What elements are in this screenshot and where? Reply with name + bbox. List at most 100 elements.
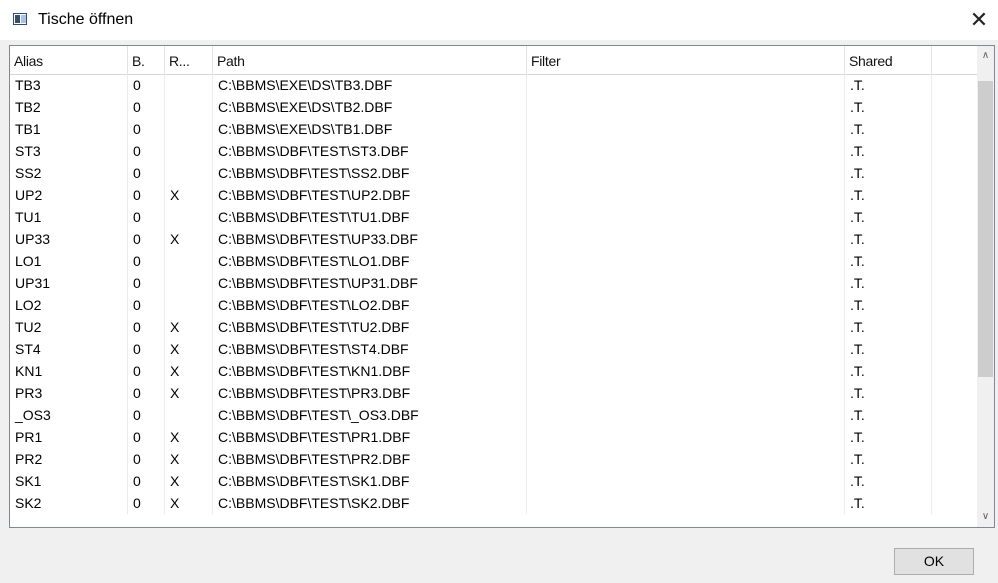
cell-alias: ST4 (10, 338, 128, 360)
column-header-filter[interactable]: Filter (527, 46, 845, 74)
table-row[interactable]: PR3 0 X C:\BBMS\DBF\TEST\PR3.DBF .T. (10, 382, 978, 404)
cell-filter (527, 74, 845, 96)
table-row[interactable]: TB3 0 C:\BBMS\EXE\DS\TB3.DBF .T. (10, 74, 978, 96)
cell-shared: .T. (845, 404, 932, 426)
cell-shared: .T. (845, 206, 932, 228)
scroll-down-icon[interactable]: ∨ (977, 507, 994, 527)
table-row[interactable]: KN1 0 X C:\BBMS\DBF\TEST\KN1.DBF .T. (10, 360, 978, 382)
cell-shared: .T. (845, 470, 932, 492)
cell-path: C:\BBMS\DBF\TEST\KN1.DBF (213, 360, 527, 382)
cell-filter (527, 338, 845, 360)
cell-alias: LO1 (10, 250, 128, 272)
cell-filter (527, 206, 845, 228)
cell-filter (527, 448, 845, 470)
cell-filter (527, 382, 845, 404)
cell-shared: .T. (845, 140, 932, 162)
scroll-thumb[interactable] (978, 81, 993, 377)
cell-filter (527, 426, 845, 448)
cell-extra (932, 382, 978, 404)
cell-r (165, 74, 213, 96)
cell-alias: TB1 (10, 118, 128, 140)
table-row[interactable]: TU1 0 C:\BBMS\DBF\TEST\TU1.DBF .T. (10, 206, 978, 228)
cell-extra (932, 162, 978, 184)
cell-shared: .T. (845, 448, 932, 470)
table-row[interactable]: PR2 0 X C:\BBMS\DBF\TEST\PR2.DBF .T. (10, 448, 978, 470)
table-row[interactable]: PR1 0 X C:\BBMS\DBF\TEST\PR1.DBF .T. (10, 426, 978, 448)
cell-extra (932, 118, 978, 140)
cell-r (165, 96, 213, 118)
cell-filter (527, 96, 845, 118)
column-header-r[interactable]: R... (165, 46, 213, 74)
table-row[interactable]: SK2 0 X C:\BBMS\DBF\TEST\SK2.DBF .T. (10, 492, 978, 514)
cell-alias: _OS3 (10, 404, 128, 426)
cell-filter (527, 250, 845, 272)
close-icon[interactable]: ✕ (964, 6, 994, 34)
cell-path: C:\BBMS\DBF\TEST\SK1.DBF (213, 470, 527, 492)
table-row[interactable]: SK1 0 X C:\BBMS\DBF\TEST\SK1.DBF .T. (10, 470, 978, 492)
cell-r (165, 140, 213, 162)
table-row[interactable]: LO2 0 C:\BBMS\DBF\TEST\LO2.DBF .T. (10, 294, 978, 316)
ok-button[interactable]: OK (894, 548, 974, 575)
table-row[interactable]: ST3 0 C:\BBMS\DBF\TEST\ST3.DBF .T. (10, 140, 978, 162)
cell-shared: .T. (845, 96, 932, 118)
cell-alias: TB3 (10, 74, 128, 96)
column-header-path[interactable]: Path (213, 46, 527, 74)
window-title: Tische öffnen (38, 11, 134, 28)
table-row[interactable]: TB2 0 C:\BBMS\EXE\DS\TB2.DBF .T. (10, 96, 978, 118)
cell-path: C:\BBMS\EXE\DS\TB2.DBF (213, 96, 527, 118)
table-row[interactable]: TB1 0 C:\BBMS\EXE\DS\TB1.DBF .T. (10, 118, 978, 140)
cell-r (165, 404, 213, 426)
cell-shared: .T. (845, 426, 932, 448)
cell-alias: PR3 (10, 382, 128, 404)
cell-path: C:\BBMS\DBF\TEST\UP2.DBF (213, 184, 527, 206)
cell-alias: TU2 (10, 316, 128, 338)
table-row[interactable]: _OS3 0 C:\BBMS\DBF\TEST\_OS3.DBF .T. (10, 404, 978, 426)
table-row[interactable]: UP31 0 C:\BBMS\DBF\TEST\UP31.DBF .T. (10, 272, 978, 294)
table-row[interactable]: UP33 0 X C:\BBMS\DBF\TEST\UP33.DBF .T. (10, 228, 978, 250)
cell-r (165, 250, 213, 272)
cell-b: 0 (128, 316, 165, 338)
cell-b: 0 (128, 272, 165, 294)
cell-extra (932, 360, 978, 382)
cell-r: X (165, 426, 213, 448)
cell-filter (527, 360, 845, 382)
cell-r: X (165, 228, 213, 250)
column-header-extra[interactable] (932, 46, 978, 74)
cell-shared: .T. (845, 118, 932, 140)
column-header-alias[interactable]: Alias (10, 46, 128, 74)
cell-path: C:\BBMS\DBF\TEST\TU1.DBF (213, 206, 527, 228)
column-header-b[interactable]: B. (128, 46, 165, 74)
cell-r: X (165, 184, 213, 206)
cell-extra (932, 206, 978, 228)
cell-shared: .T. (845, 272, 932, 294)
cell-alias: PR1 (10, 426, 128, 448)
cell-extra (932, 338, 978, 360)
table-row[interactable]: LO1 0 C:\BBMS\DBF\TEST\LO1.DBF .T. (10, 250, 978, 272)
vertical-scrollbar[interactable]: ∧ ∨ (977, 46, 994, 527)
cell-alias: TB2 (10, 96, 128, 118)
table-row[interactable]: TU2 0 X C:\BBMS\DBF\TEST\TU2.DBF .T. (10, 316, 978, 338)
cell-shared: .T. (845, 360, 932, 382)
cell-alias: SS2 (10, 162, 128, 184)
cell-b: 0 (128, 74, 165, 96)
cell-shared: .T. (845, 294, 932, 316)
cell-path: C:\BBMS\DBF\TEST\SK2.DBF (213, 492, 527, 514)
cell-path: C:\BBMS\DBF\TEST\UP33.DBF (213, 228, 527, 250)
scroll-up-icon[interactable]: ∧ (977, 46, 994, 66)
cell-extra (932, 272, 978, 294)
cell-path: C:\BBMS\DBF\TEST\SS2.DBF (213, 162, 527, 184)
table-row[interactable]: SS2 0 C:\BBMS\DBF\TEST\SS2.DBF .T. (10, 162, 978, 184)
cell-path: C:\BBMS\DBF\TEST\ST3.DBF (213, 140, 527, 162)
cell-alias: UP31 (10, 272, 128, 294)
cell-extra (932, 470, 978, 492)
cell-r: X (165, 316, 213, 338)
window-icon (13, 13, 27, 25)
tables-list[interactable]: Alias B. R... Path Filter Shared TB3 0 C:\… (9, 45, 995, 528)
cell-alias: PR2 (10, 448, 128, 470)
cell-b: 0 (128, 140, 165, 162)
table-row[interactable]: ST4 0 X C:\BBMS\DBF\TEST\ST4.DBF .T. (10, 338, 978, 360)
cell-alias: LO2 (10, 294, 128, 316)
cell-b: 0 (128, 228, 165, 250)
column-header-shared[interactable]: Shared (845, 46, 932, 74)
table-row[interactable]: UP2 0 X C:\BBMS\DBF\TEST\UP2.DBF .T. (10, 184, 978, 206)
